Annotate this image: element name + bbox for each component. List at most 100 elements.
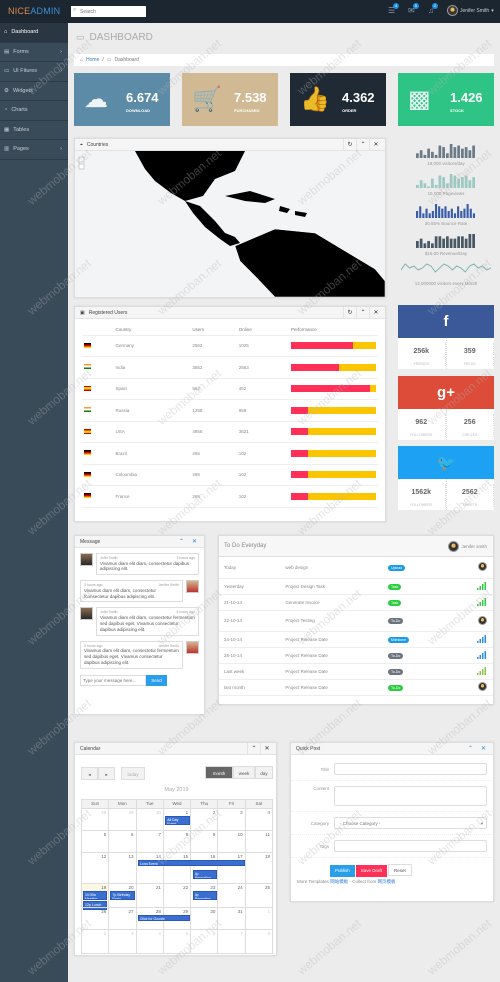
calendar-day[interactable]: 28	[82, 809, 108, 830]
todo-row[interactable]: 24-10-14 Project Release Date Milestone	[219, 631, 493, 648]
todo-row[interactable]: Today web design Upload	[219, 557, 493, 579]
search-input[interactable]	[71, 6, 146, 17]
breadcrumb-home[interactable]: Home	[86, 57, 99, 63]
collapse-icon[interactable]: ⌃	[175, 536, 188, 548]
calendar-day[interactable]: 31	[217, 908, 244, 929]
day-view-button[interactable]: day	[255, 766, 273, 779]
calendar-day[interactable]: 3	[108, 930, 135, 953]
tags-input[interactable]	[334, 840, 487, 852]
calendar-day[interactable]: 2	[82, 930, 108, 953]
todo-row[interactable]: 21-10-14 Generate Invoice Task	[219, 594, 493, 611]
sidebar-item-dashboard[interactable]: ⌂ Dashboard	[0, 23, 68, 43]
sidebar-item-forms[interactable]: ▤ Forms ›	[0, 43, 68, 62]
calendar-day[interactable]: 22	[162, 884, 190, 907]
sidebar-item-pages[interactable]: ▥ Pages ›	[0, 140, 68, 160]
calendar-day[interactable]: 27	[108, 908, 135, 929]
todo-row[interactable]: 28-10-14 Project Release Date To-Do	[219, 647, 493, 664]
month-view-button[interactable]: month	[205, 766, 233, 779]
calendar-day[interactable]: 1	[244, 908, 272, 929]
stat-box-order[interactable]: 👍 4.362 ORDER	[290, 73, 386, 126]
social-box-google-plus[interactable]: g+ 962 FOLLOWERS 256 CIRCLES	[398, 375, 494, 440]
calendar-day[interactable]: 17	[217, 853, 244, 883]
collect-link[interactable]: 网页模板	[378, 879, 396, 884]
logo[interactable]: NICEADMIN	[8, 6, 60, 16]
calendar-day[interactable]: 14	[135, 853, 163, 883]
calendar-day[interactable]: 7	[217, 930, 244, 953]
calendar-day[interactable]: 8	[244, 930, 272, 953]
calendar-day[interactable]: 4	[244, 809, 272, 830]
close-icon[interactable]: ✕	[260, 743, 273, 755]
calendar-event[interactable]: 7p Birthday Party	[110, 891, 135, 900]
calendar-day[interactable]: 15	[162, 853, 190, 883]
mail-icon[interactable]: ✉ 5	[408, 3, 419, 15]
calendar-day[interactable]: 18	[244, 853, 272, 883]
todo-row[interactable]: last month Project Release Date To-Do	[219, 679, 493, 696]
save-draft-button[interactable]: Save Draft	[355, 865, 388, 877]
publish-button[interactable]: Publish	[330, 865, 355, 877]
close-icon[interactable]: ✕	[188, 536, 201, 548]
tasks-icon[interactable]: ☰ 4	[388, 3, 400, 15]
calendar-event[interactable]: 4p Repeating Event	[192, 870, 218, 879]
todo-row[interactable]: Yesterday Project Design Task Task	[219, 578, 493, 595]
world-map[interactable]	[75, 151, 386, 298]
social-box-facebook[interactable]: f 256k FRIENDS 359 FEEDS	[398, 305, 494, 369]
calendar-day[interactable]: 30	[135, 809, 163, 830]
stat-box-purchased[interactable]: 🛒 7.538 PURCHASED	[182, 73, 278, 126]
calendar-day[interactable]: 29	[108, 809, 135, 830]
calendar-event[interactable]: 4p Repeating Event	[192, 891, 218, 900]
calendar-day[interactable]: 6	[108, 831, 135, 852]
calendar-day[interactable]: 25	[244, 884, 272, 907]
content-textarea[interactable]	[334, 786, 487, 806]
calendar-day[interactable]: 7	[135, 831, 163, 852]
calendar-day[interactable]: 5	[82, 831, 108, 852]
stat-box-download[interactable]: ☁ 6.674 DOWNLOAD	[74, 73, 170, 126]
calendar-day[interactable]: 26	[82, 908, 108, 929]
calendar-day[interactable]: 6	[190, 930, 217, 953]
collapse-icon[interactable]: ⌃	[247, 743, 260, 755]
calendar-event[interactable]: 10:30a Meeting	[83, 891, 108, 900]
calendar-event[interactable]: Long Event	[137, 860, 245, 866]
sidebar-item-charts[interactable]: ◔ Charts	[0, 101, 68, 121]
message-input[interactable]	[80, 674, 146, 686]
week-view-button[interactable]: week	[233, 766, 255, 779]
sidebar-item-ui-fitures[interactable]: ▭ UI Fitures ›	[0, 62, 68, 82]
calendar-day[interactable]: 30	[190, 908, 217, 929]
calendar-day[interactable]: 12	[82, 853, 108, 883]
stat-box-stock[interactable]: ▩ 1.426 STOCK	[398, 73, 494, 126]
collapse-icon[interactable]: ⌃	[356, 307, 369, 319]
calendar-day[interactable]: 3	[217, 809, 244, 830]
title-input[interactable]	[334, 763, 487, 775]
todo-row[interactable]: 22-10-14 Project Testing To-Do	[219, 610, 493, 632]
refresh-icon[interactable]: ↻	[343, 139, 356, 151]
calendar-day[interactable]: 21	[135, 884, 163, 907]
todo-row[interactable]: Last week Project Release Date To-Do	[219, 663, 493, 680]
calendar-day[interactable]: 9	[190, 831, 217, 852]
refresh-icon[interactable]: ↻	[343, 307, 356, 319]
calendar-day[interactable]: 5	[162, 930, 190, 953]
bell-icon[interactable]: ♫ 2	[428, 3, 438, 15]
calendar-day[interactable]: 10	[217, 831, 244, 852]
user-menu[interactable]: Jenifer Smith ▾	[447, 5, 494, 16]
calendar-event[interactable]: All Day Event	[165, 816, 190, 825]
calendar-day[interactable]: 13	[108, 853, 135, 883]
social-box-twitter[interactable]: 🐦 1562k FOLLOWERS 2562 TWEETS	[398, 446, 494, 510]
sidebar-item-tables[interactable]: ▦ Tables	[0, 121, 68, 140]
templates-link[interactable]: 网站模板	[330, 879, 348, 884]
calendar-event[interactable]: Click for Google	[137, 915, 190, 921]
next-month-button[interactable]: ▸	[98, 767, 115, 780]
category-select[interactable]: - Choose Category - ▾	[334, 817, 487, 829]
close-icon[interactable]: ✕	[477, 743, 490, 755]
calendar-day[interactable]: 4	[135, 930, 163, 953]
close-icon[interactable]: ✕	[369, 139, 382, 151]
sidebar-item-widgets[interactable]: ⚙ Widgets	[0, 82, 68, 101]
calendar-day[interactable]: 11	[244, 831, 272, 852]
calendar-day[interactable]: 24	[217, 884, 244, 907]
calendar-day[interactable]: 2	[190, 809, 217, 830]
send-button[interactable]: Send	[146, 674, 167, 686]
close-icon[interactable]: ✕	[369, 307, 382, 319]
collapse-icon[interactable]: ⌃	[464, 743, 477, 755]
reset-button[interactable]: Reset	[388, 864, 412, 876]
collapse-icon[interactable]: ⌃	[356, 139, 369, 151]
today-button[interactable]: today	[121, 767, 145, 780]
calendar-day[interactable]: 8	[162, 831, 190, 852]
